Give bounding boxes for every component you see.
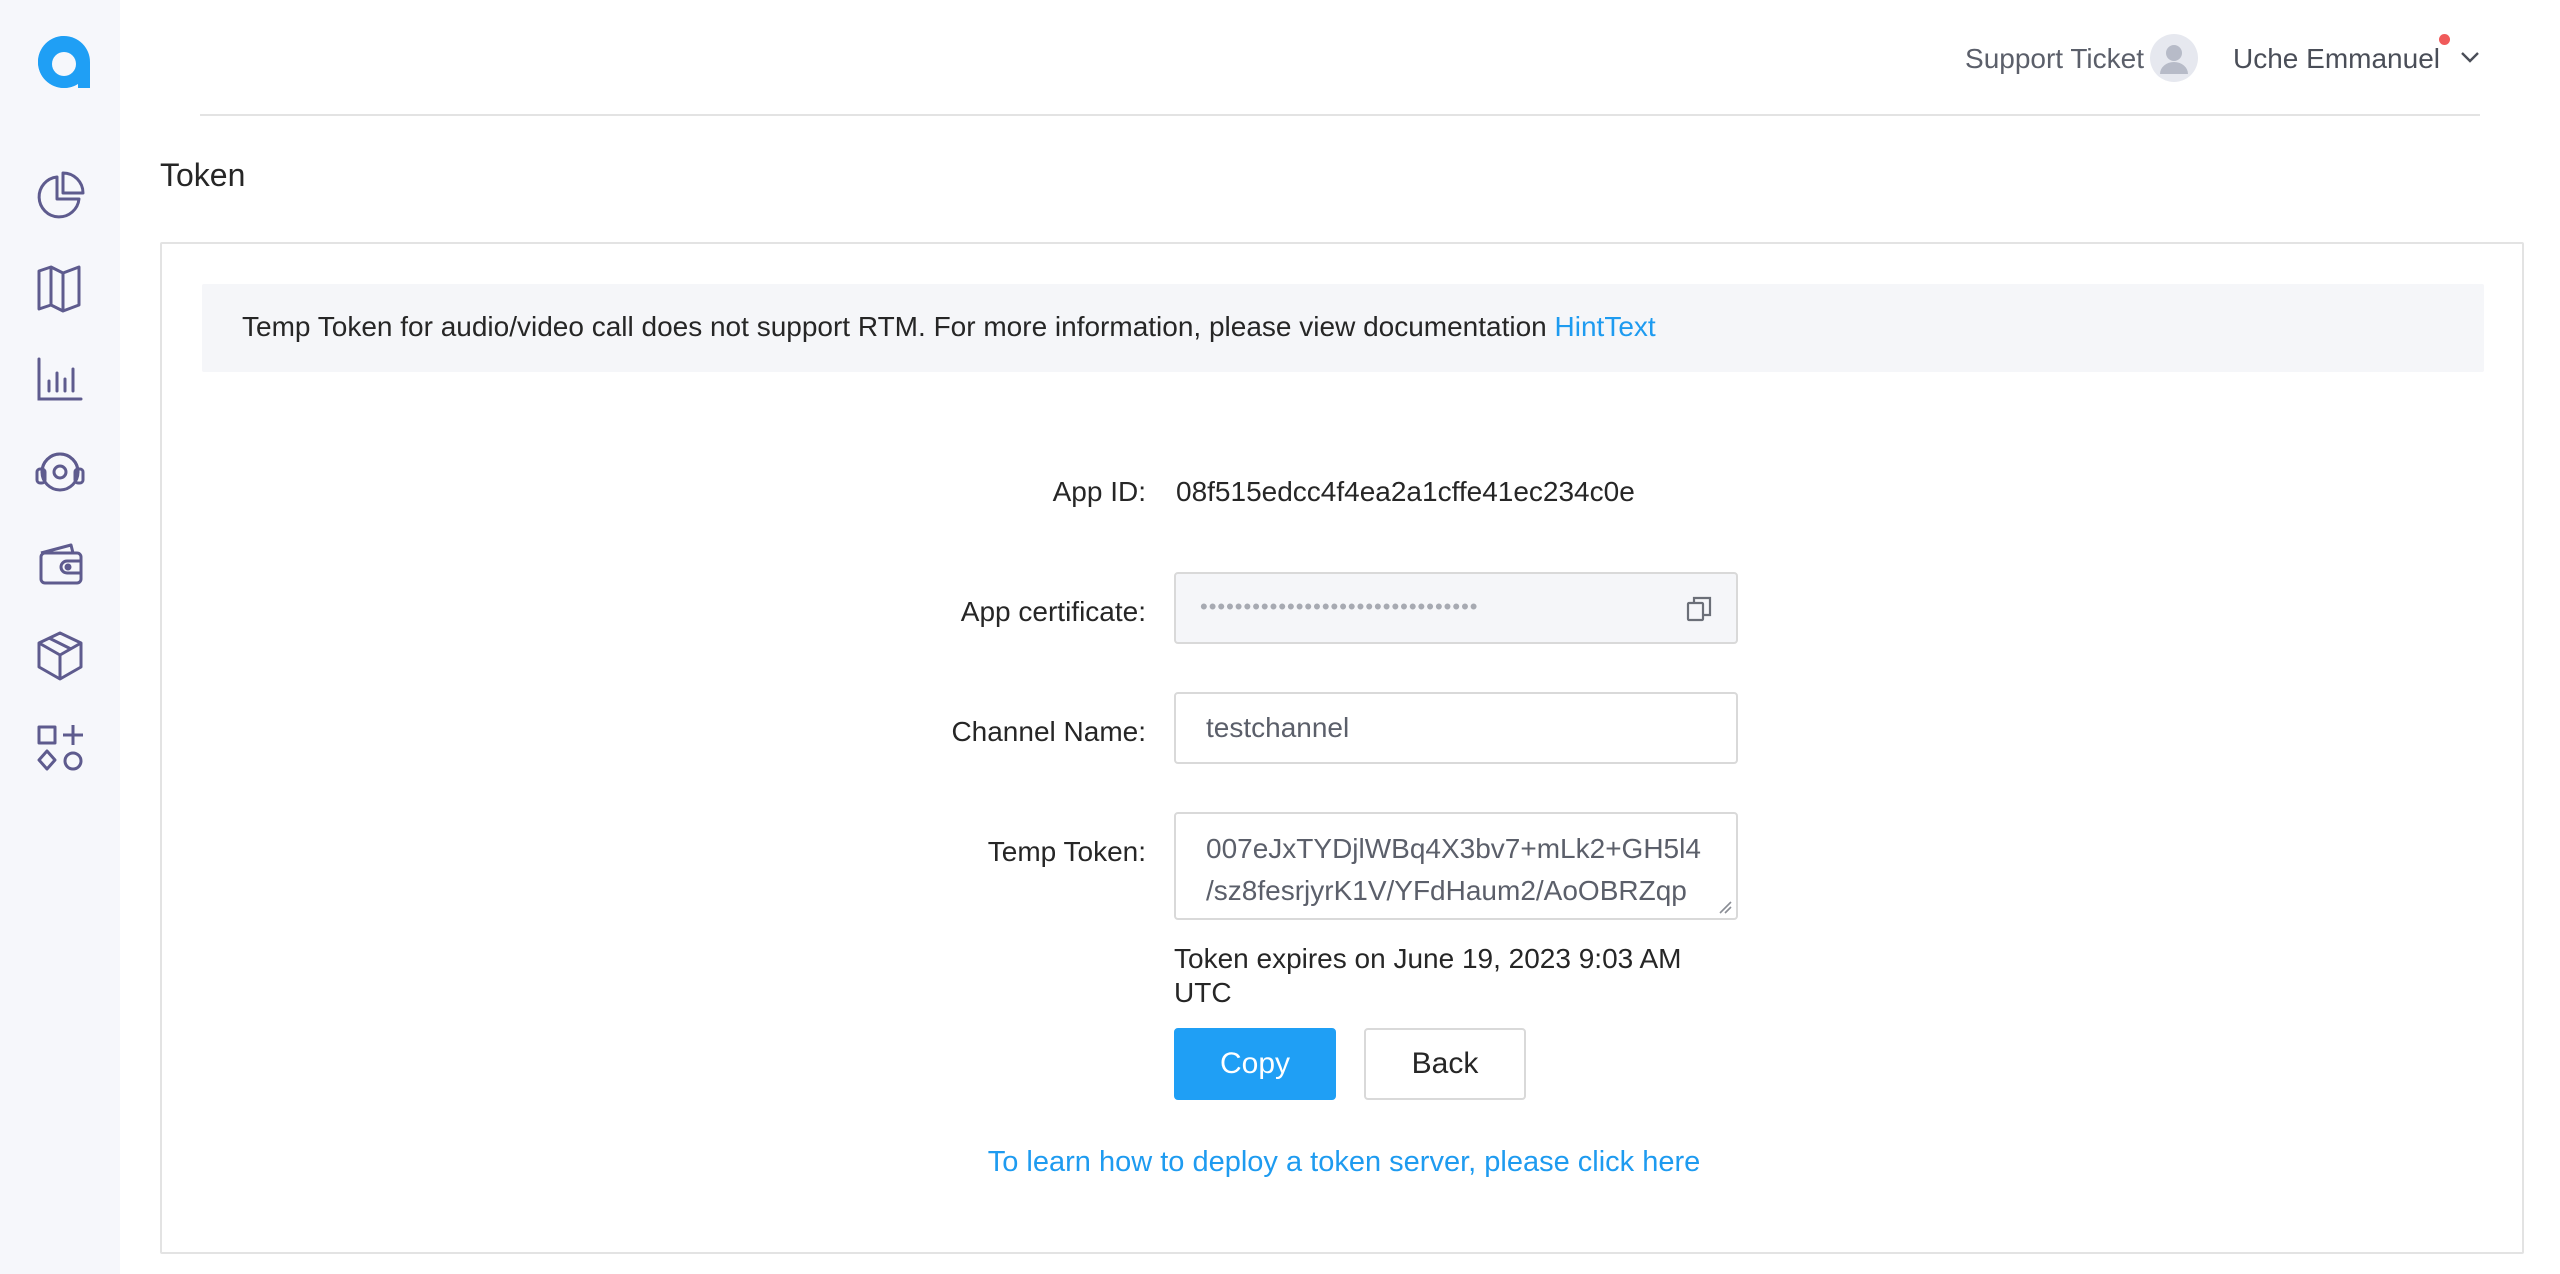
hint-doc-link[interactable]: HintText	[1555, 311, 1656, 342]
temp-token-label: Temp Token:	[987, 836, 1146, 867]
wallet-icon[interactable]	[30, 534, 90, 594]
chevron-down-icon[interactable]	[2460, 50, 2480, 64]
notification-dot	[2439, 34, 2450, 45]
map-icon[interactable]	[30, 258, 90, 318]
pie-chart-icon[interactable]	[30, 166, 90, 226]
app-certificate-masked: ••••••••••••••••••••••••••••••••	[1200, 594, 1479, 619]
hint-text: Temp Token for audio/video call does not…	[242, 311, 1656, 343]
page-title: Token	[160, 157, 246, 193]
temp-token-line-2: /sz8fesrjyrK1V/YFdHaum2/AoOBRZqp	[1206, 875, 1687, 906]
headset-icon[interactable]	[30, 442, 90, 502]
support-ticket-link[interactable]: Support Ticket	[1965, 43, 2144, 75]
copy-icon[interactable]	[1684, 594, 1714, 624]
hint-message: Temp Token for audio/video call does not…	[242, 311, 1555, 342]
agora-logo-icon[interactable]	[34, 32, 94, 92]
resize-handle-icon[interactable]	[1718, 900, 1732, 914]
deploy-token-server-link[interactable]: To learn how to deploy a token server, p…	[162, 1146, 2526, 1179]
app-certificate-field: ••••••••••••••••••••••••••••••••	[1174, 572, 1738, 644]
channel-name-label: Channel Name:	[951, 716, 1146, 747]
user-name-menu[interactable]: Uche Emmanuel	[2233, 43, 2440, 75]
temp-token-textarea[interactable]: 007eJxTYDjlWBq4X3bv7+mLk2+GH5l4 /sz8fesr…	[1174, 812, 1738, 920]
shapes-icon[interactable]	[30, 718, 90, 778]
temp-token-line-1: 007eJxTYDjlWBq4X3bv7+mLk2+GH5l4	[1206, 833, 1701, 864]
app-id-value: 08f515edcc4f4ea2a1cffe41ec234c0e	[1176, 476, 1635, 507]
top-header: Support Ticket Uche Emmanuel	[200, 0, 2480, 116]
channel-name-input[interactable]: testchannel	[1174, 692, 1738, 764]
cube-icon[interactable]	[30, 626, 90, 686]
sidebar	[0, 0, 120, 1274]
token-card: Temp Token for audio/video call does not…	[160, 242, 2524, 1254]
app-id-label: App ID:	[1052, 476, 1146, 507]
app-certificate-label: App certificate:	[960, 596, 1146, 627]
copy-button[interactable]: Copy	[1174, 1028, 1336, 1100]
avatar[interactable]	[2150, 34, 2198, 82]
hint-banner: Temp Token for audio/video call does not…	[202, 284, 2484, 372]
back-button[interactable]: Back	[1364, 1028, 1526, 1100]
bar-chart-icon[interactable]	[30, 350, 90, 410]
token-expiry-text: Token expires on June 19, 2023 9:03 AM U…	[1174, 943, 1682, 1008]
